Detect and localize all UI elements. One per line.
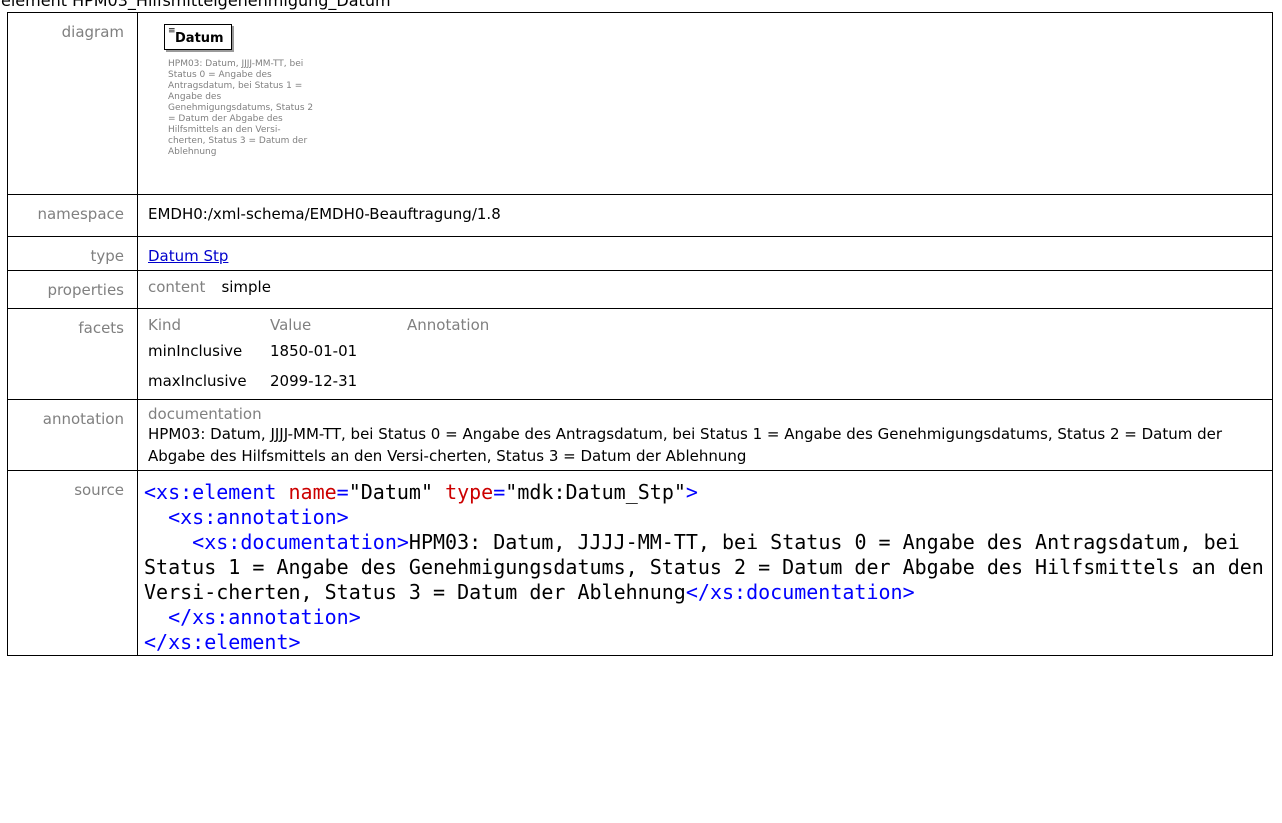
- code-attr-value: "Datum": [348, 480, 434, 504]
- page-heading: element HPM03_Hilfsmittelgenehmigung_Dat…: [1, 0, 391, 10]
- element-doc-table: diagram ≡ Datum HPM03: Datum, JJJJ-MM-TT…: [7, 12, 1273, 656]
- facets-header-kind: Kind: [148, 316, 182, 334]
- row-facets: facets Kind Value Annotation minInclusiv…: [7, 308, 1273, 400]
- source-code: <xs:element name="Datum" type="mdk:Datum…: [144, 480, 1276, 654]
- label-diagram: diagram: [7, 12, 138, 195]
- code-tag: >: [685, 480, 698, 504]
- code-tag: </xs:annotation>: [168, 605, 361, 629]
- row-diagram: diagram ≡ Datum HPM03: Datum, JJJJ-MM-TT…: [7, 12, 1273, 195]
- facets-header-value: Value: [270, 316, 312, 334]
- property-key: content: [148, 278, 206, 296]
- facets-header-annotation: Annotation: [407, 316, 490, 334]
- code-tag: <xs:documentation>: [192, 530, 409, 554]
- properties-list: content simple: [148, 271, 1272, 296]
- namespace-value: EMDH0:/xml-schema/EMDH0-Beauftragung/1.8: [148, 205, 501, 223]
- row-namespace: namespace EMDH0:/xml-schema/EMDH0-Beauft…: [7, 194, 1273, 237]
- row-annotation: annotation documentation HPM03: Datum, J…: [7, 399, 1273, 471]
- facet-kind: minInclusive: [148, 342, 243, 360]
- code-tag: <xs:annotation>: [168, 505, 349, 529]
- facet-annotation: [407, 336, 567, 366]
- facets-table: Kind Value Annotation minInclusive 1850-…: [148, 309, 1272, 396]
- label-namespace: namespace: [7, 194, 138, 237]
- property-value: simple: [221, 278, 271, 296]
- facet-kind: maxInclusive: [148, 372, 247, 390]
- code-attr: type: [445, 480, 494, 504]
- facet-value: 1850-01-01: [270, 342, 358, 360]
- diagram-cell: ≡ Datum HPM03: Datum, JJJJ-MM-TT, bei St…: [137, 12, 1273, 195]
- code-tag: </xs:documentation>: [685, 580, 915, 604]
- label-facets: facets: [7, 308, 138, 400]
- diagram-element-box[interactable]: ≡ Datum: [164, 24, 232, 50]
- annotation-text: HPM03: Datum, JJJJ-MM-TT, bei Status 0 =…: [148, 425, 1223, 465]
- facet-value: 2099-12-31: [270, 372, 358, 390]
- code-tag: </xs:element>: [144, 630, 301, 654]
- type-link[interactable]: Datum Stp: [148, 247, 228, 265]
- row-properties: properties content simple: [7, 270, 1273, 309]
- facet-annotation: [407, 366, 567, 396]
- label-annotation: annotation: [7, 399, 138, 471]
- label-properties: properties: [7, 270, 138, 309]
- row-source: source <xs:element name="Datum" type="md…: [7, 470, 1276, 656]
- diagram-element-name: Datum: [175, 31, 224, 46]
- annotation-heading: documentation: [148, 405, 262, 423]
- code-attr: name: [288, 480, 337, 504]
- code-attr-value: "mdk:Datum_Stp": [505, 480, 686, 504]
- label-source: source: [7, 470, 138, 656]
- diagram-doc-text: HPM03: Datum, JJJJ-MM-TT, bei Status 0 =…: [168, 59, 314, 157]
- label-type: type: [7, 236, 138, 271]
- code-tag: <xs:element: [144, 480, 277, 504]
- row-type: type Datum Stp: [7, 236, 1273, 271]
